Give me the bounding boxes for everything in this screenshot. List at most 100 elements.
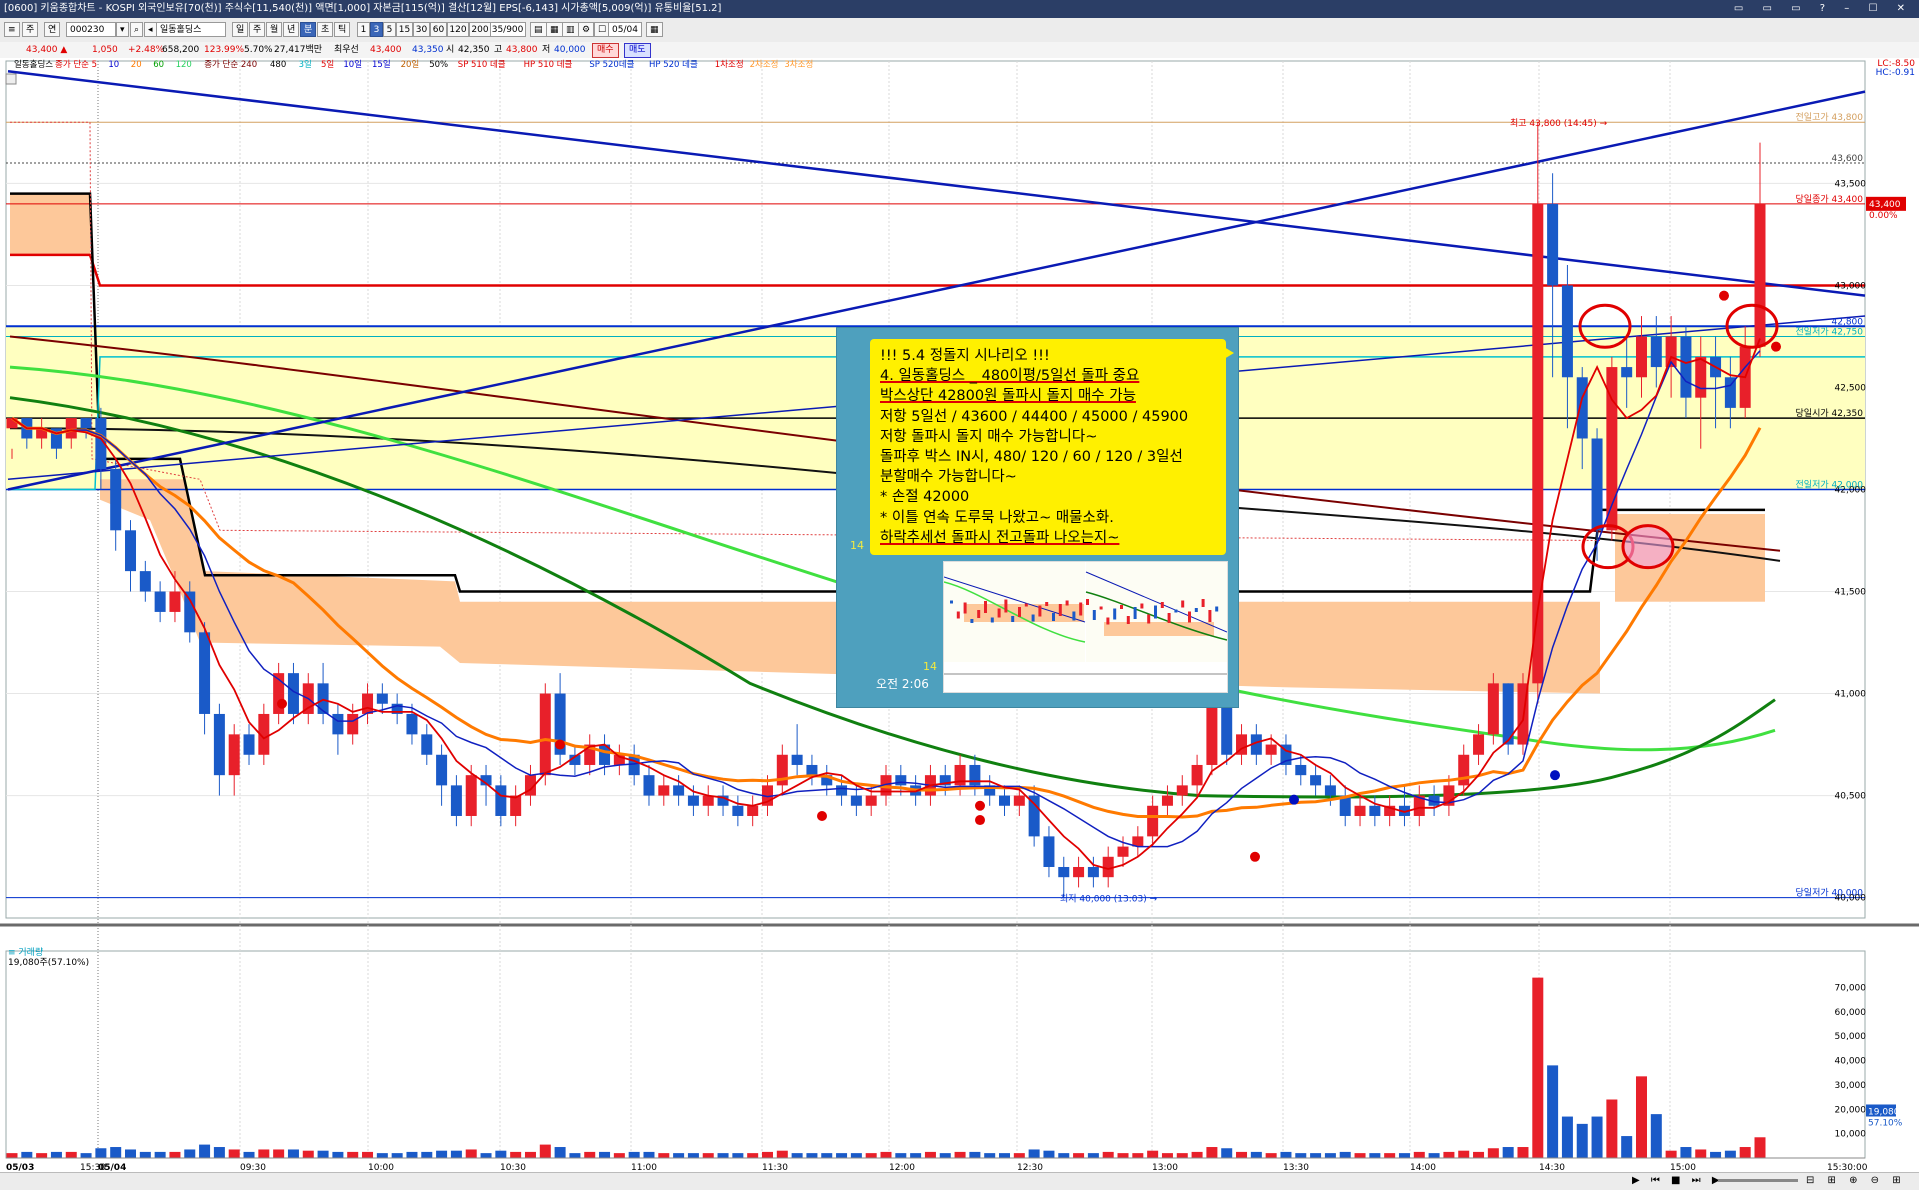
interval-button-60[interactable]: 60 (430, 22, 447, 37)
memo-line-3: 저항 5일선 / 43600 / 44400 / 45000 / 45900 (880, 408, 1189, 425)
candle-body (421, 734, 433, 755)
volume-bar (465, 1149, 477, 1158)
volume-bar (228, 1149, 240, 1158)
thumb-candle (1113, 608, 1117, 620)
volume-bar (110, 1147, 122, 1158)
date-field[interactable]: 05/04 (608, 22, 642, 37)
candle-body (1206, 703, 1218, 765)
candle-body (110, 469, 122, 531)
volume-bar (1043, 1150, 1055, 1158)
interval-button-15[interactable]: 15 (396, 22, 413, 37)
volume-bar (776, 1150, 788, 1158)
zoom-slider[interactable] (1718, 1179, 1798, 1182)
price-tick-label: 40,500 (1835, 792, 1867, 802)
candle-body (791, 754, 803, 765)
lock-icon[interactable]: ▤ (530, 22, 547, 37)
period-button-6[interactable]: 틱 (334, 22, 351, 37)
volume-bar (1147, 1150, 1159, 1158)
memo-thumbnail[interactable] (943, 561, 1228, 693)
period-button-0[interactable]: 일 (232, 22, 249, 37)
candle-body (80, 418, 92, 429)
grid-icon[interactable]: ▦ (546, 22, 563, 37)
period-button-2[interactable]: 월 (266, 22, 283, 37)
volume-tick-label: 10,000 (1835, 1130, 1867, 1140)
join-toggle[interactable]: 연 (44, 22, 61, 37)
memo-bubble: !!! 5.4 정돌지 시나리오 !!! 4. 일동홀딩스 _ 480이평/5일선… (870, 339, 1234, 555)
turnover-rate: 5.70% (244, 45, 273, 55)
level-label: 43,600 (1832, 154, 1864, 164)
memo-read-count: 14 (850, 539, 864, 552)
signal-dot (817, 810, 827, 821)
interval-button-30[interactable]: 30 (413, 22, 430, 37)
prev-stock-icon[interactable]: ◂ (144, 22, 157, 37)
time-tick-label: 12:30 (1017, 1163, 1043, 1172)
thumbnail-chart (944, 562, 1227, 675)
price-tick-label: 41,500 (1835, 588, 1867, 598)
interval-button-5[interactable]: 5 (383, 22, 396, 37)
interval-button-3[interactable]: 3 (370, 22, 383, 37)
buy-button[interactable]: 매수 (592, 43, 619, 58)
period-button-5[interactable]: 초 (317, 22, 334, 37)
candle-body (243, 734, 255, 755)
sell-button[interactable]: 매도 (624, 43, 651, 58)
code-dropdown-icon[interactable]: ▾ (116, 22, 129, 37)
volume-bar (1310, 1153, 1322, 1158)
status-bar: ▶ ⏮ ■ ⏭ ▶ ⊟ ⊞ ⊕ ⊖ ⊞ (0, 1172, 1919, 1190)
level-label: 당일시가 42,350 (1796, 408, 1864, 419)
calendar-icon[interactable]: ▦ (646, 22, 663, 37)
candle-body (1028, 795, 1040, 837)
signal-dot (1771, 341, 1781, 352)
volume-bar (539, 1144, 551, 1158)
candle-body (1176, 785, 1188, 796)
candle-body (1310, 775, 1322, 786)
volume-bar (125, 1149, 137, 1158)
candle-body (347, 713, 359, 735)
menu-icon-button[interactable]: ≡ (4, 22, 20, 37)
time-tick-label: 15:30:00 (1827, 1163, 1868, 1172)
scroll-nav-buttons[interactable]: ▶ ⏮ ■ ⏭ ▶ (1632, 1175, 1724, 1186)
volume-bar (347, 1151, 359, 1158)
legend-item: 20일 (401, 60, 420, 70)
left-cloud (10, 193, 90, 255)
memo-line-7: * 손절 42000 (880, 489, 970, 506)
candle-body (1473, 734, 1485, 755)
volume-bar (80, 1153, 92, 1158)
volume-bar (6, 1153, 18, 1158)
candle-body (895, 775, 907, 786)
candle-body (1087, 866, 1099, 878)
period-button-1[interactable]: 주 (249, 22, 266, 37)
candle-body (865, 795, 877, 806)
candle-body (850, 795, 862, 806)
thumb-candle (1194, 608, 1198, 612)
view-icons[interactable]: ⊟ ⊞ ⊕ ⊖ ⊞ (1806, 1175, 1906, 1186)
candle-body (169, 591, 181, 612)
thumb-candle (1133, 607, 1137, 619)
interval-button-120[interactable]: 120 (447, 22, 469, 37)
time-tick-label: 14:00 (1410, 1163, 1436, 1172)
main-toggle[interactable]: 주 (22, 22, 39, 37)
volume-bar (1591, 1116, 1603, 1158)
candle-body (1547, 203, 1559, 286)
search-icon[interactable]: ⌕ (130, 22, 144, 37)
chart-type-icon[interactable]: ▥ (562, 22, 579, 37)
period-button-3[interactable]: 년 (283, 22, 300, 37)
price-rate: +2.48% (128, 45, 165, 55)
thumb-candle (1038, 605, 1042, 617)
settings-icon[interactable]: ⚙ (578, 22, 595, 37)
volume-bar (480, 1153, 492, 1158)
period-button-4[interactable]: 분 (300, 22, 317, 37)
volume-bar (1161, 1153, 1173, 1158)
legend-item: SP 510 데클 (458, 60, 506, 70)
volume-bar (1191, 1151, 1203, 1158)
time-tick-label: 14:30 (1539, 1163, 1565, 1172)
code-input[interactable]: 000230 (66, 22, 116, 37)
volume-bar (258, 1149, 270, 1158)
candle-body (1324, 785, 1336, 796)
level-label: 당일저가 40,000 (1796, 888, 1864, 899)
stock-name-field[interactable]: 일동홀딩스 (156, 22, 226, 37)
volume-value: 658,200 (162, 45, 200, 55)
interval-button-1[interactable]: 1 (357, 22, 370, 37)
interval-button-200[interactable]: 200 (469, 22, 491, 37)
window-controls[interactable]: ▭ ▭ ▭ ? – ☐ ✕ (1734, 0, 1913, 18)
volume-bar (50, 1151, 62, 1158)
